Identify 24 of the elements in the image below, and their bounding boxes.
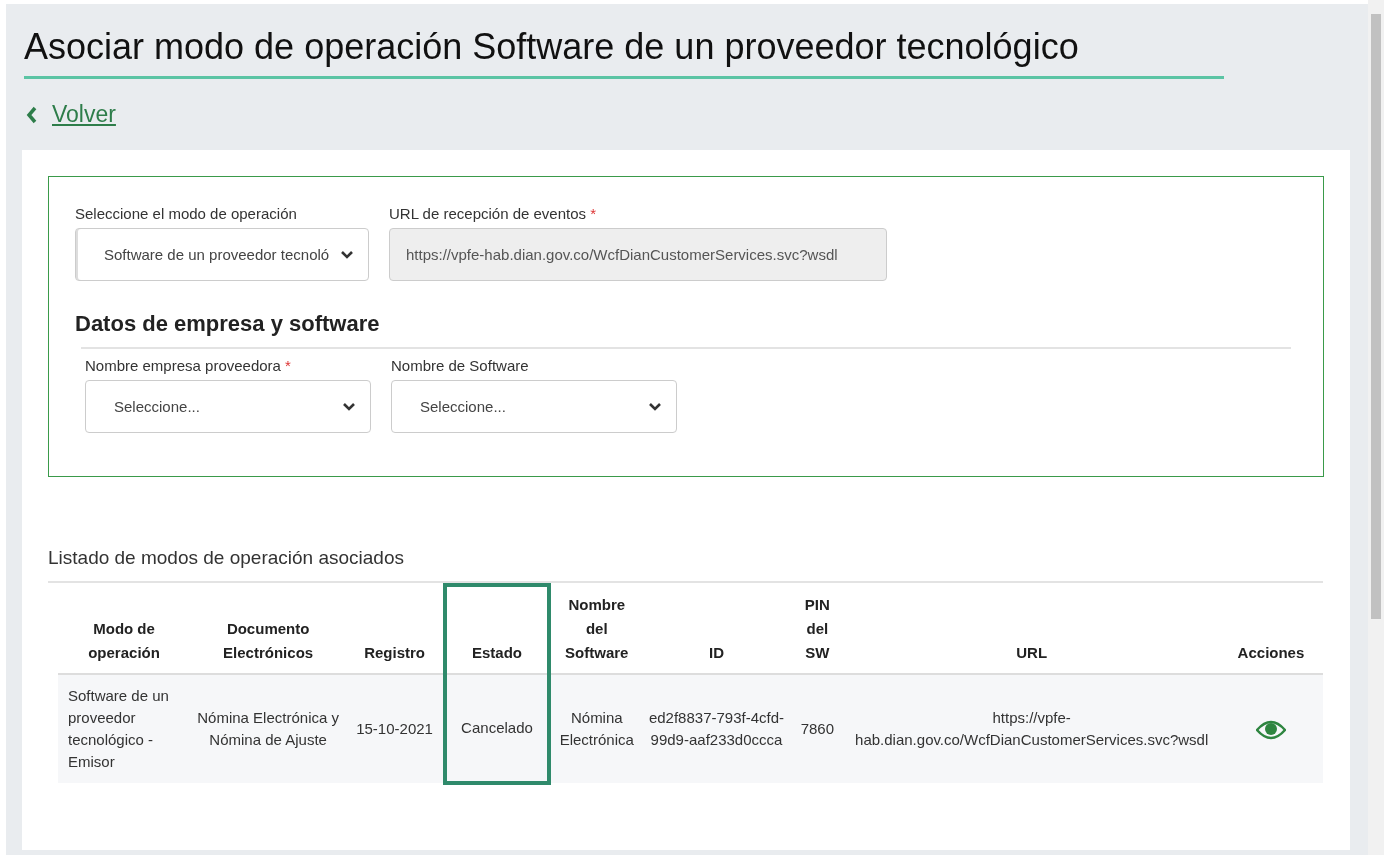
dropdown-select[interactable]: Seleccione...: [391, 380, 677, 433]
table-cell: Nómina Electrónica: [549, 674, 643, 783]
field-label: Nombre de Software: [391, 357, 530, 374]
dropdown-select[interactable]: Seleccione...: [85, 380, 371, 433]
back-link[interactable]: Volver: [26, 101, 116, 128]
table-cell: Cancelado: [444, 674, 549, 783]
table-cell: https://vpfe-hab.dian.gov.co/WcfDianCustomerServices.svc?wsdl: [844, 674, 1219, 783]
eye-icon[interactable]: [1255, 720, 1286, 740]
chevron-down-icon: [648, 401, 662, 412]
chevron-left-icon: [26, 105, 38, 124]
section-title: Datos de empresa y software: [75, 311, 381, 337]
chevron-down-icon: [340, 249, 354, 260]
operation-mode-select[interactable]: Software de un proveedor tecnoló: [75, 228, 369, 281]
table-title: Listado de modos de operación asociados: [48, 547, 1323, 583]
chevron-down-icon: [342, 401, 356, 412]
table-cell: 15-10-2021: [346, 674, 445, 783]
field-label: Nombre empresa proveedora *: [85, 357, 292, 374]
table-cell: 7860: [790, 674, 845, 783]
table-cell: Software de un proveedor tecnológico - Emisor: [58, 674, 191, 783]
page-title: Asociar modo de operación Software de un proveedor tecnológico: [24, 26, 1224, 79]
table-cell: Nómina Electrónica y Nómina de Ajuste: [190, 674, 347, 783]
field-label: URL de recepción de eventos *: [389, 205, 598, 222]
table-cell: ed2f8837-793f-4cfd-99d9-aaf233d0ccca: [642, 674, 791, 783]
field-label: Seleccione el modo de operación: [75, 205, 298, 222]
